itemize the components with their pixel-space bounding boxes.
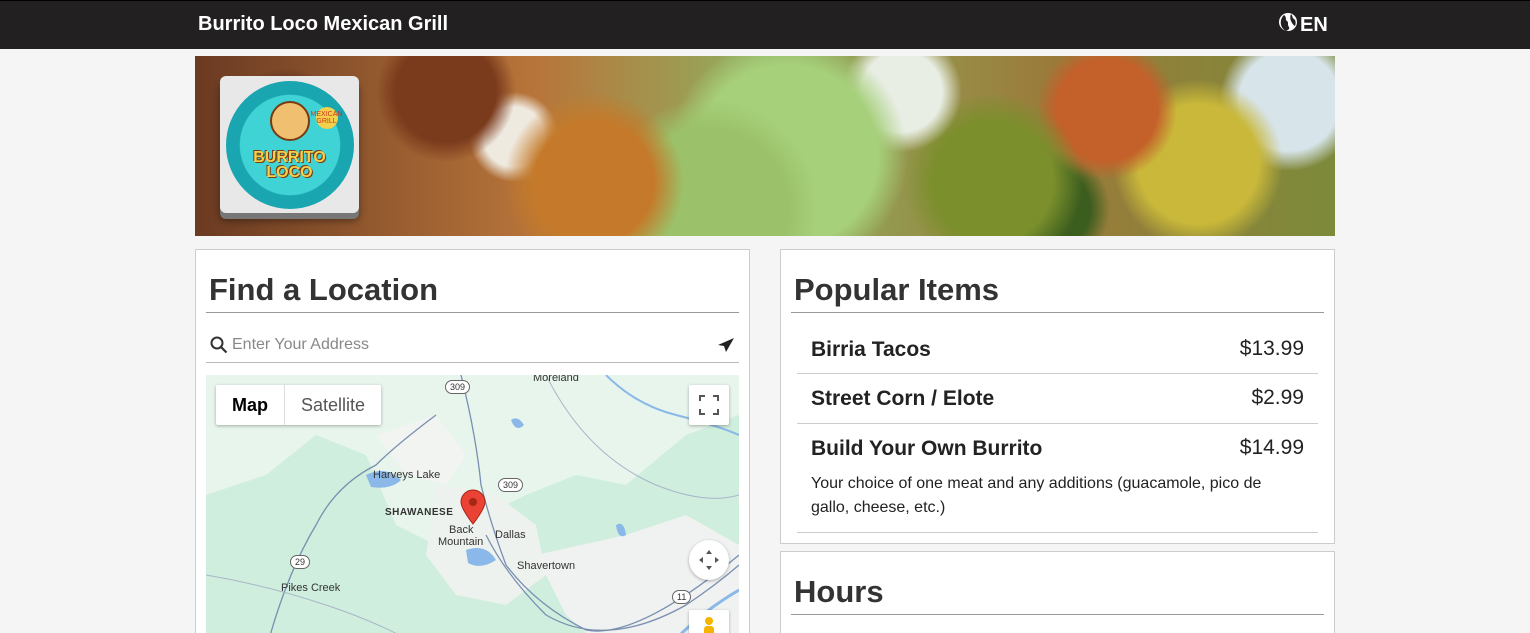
address-input[interactable] [230, 336, 710, 354]
menu-item[interactable]: Birria Tacos $13.99 [797, 324, 1318, 374]
top-navbar: Burrito Loco Mexican Grill EN [0, 0, 1530, 49]
globe-icon [1278, 12, 1298, 38]
address-search [206, 328, 739, 363]
map-label-pikes-creek: Pikes Creek [281, 582, 341, 594]
menu-item-name: Build Your Own Burrito [811, 437, 1043, 460]
menu-item-price: $14.99 [1239, 436, 1304, 459]
language-selector[interactable]: EN [1278, 12, 1328, 38]
map-route-11: 11 [672, 590, 692, 604]
map-label-shawanese: SHAWANESE [385, 507, 454, 518]
menu-item[interactable]: Street Corn / Elote $2.99 [797, 374, 1318, 424]
title-divider [206, 312, 739, 313]
map-label-moreland: Moreland [533, 375, 579, 384]
popular-items-title: Popular Items [794, 272, 999, 307]
map-label-mountain: Mountain [438, 536, 484, 548]
title-divider [791, 312, 1324, 313]
hours-title: Hours [794, 574, 884, 609]
locate-arrow-icon[interactable] [717, 337, 735, 358]
street-view-pegman-icon[interactable] [689, 610, 729, 633]
logo-subtitle: MEXICAN GRILL [311, 106, 342, 129]
menu-item-price: $2.99 [1251, 386, 1304, 409]
location-map[interactable]: Moreland 309 Harveys Lake 309 SHAWANESE … [206, 375, 739, 633]
logo-mascot [269, 100, 310, 141]
map-route-29: 29 [290, 555, 311, 569]
map-route-309-north: 309 [445, 380, 471, 394]
map-tab-map[interactable]: Map [216, 385, 285, 425]
map-type-toggle: Map Satellite [216, 385, 382, 425]
menu-item-price: $13.99 [1239, 337, 1304, 360]
menu-item[interactable]: Build Your Own Burrito $14.99 Your choic… [797, 424, 1318, 533]
map-label-shavertown: Shavertown [517, 560, 576, 572]
fullscreen-icon[interactable] [689, 385, 729, 425]
logo-line-2: LOCO [266, 163, 313, 181]
brand-title[interactable]: Burrito Loco Mexican Grill [198, 13, 448, 36]
restaurant-logo: MEXICAN GRILL BURRITO LOCO [220, 76, 359, 213]
title-divider [791, 614, 1324, 615]
find-location-card: Find a Location Morela [195, 249, 750, 633]
logo-badge-circle: MEXICAN GRILL BURRITO LOCO [225, 80, 354, 209]
search-icon [210, 336, 230, 354]
map-tab-satellite[interactable]: Satellite [285, 385, 381, 425]
hero-banner-image [195, 56, 1335, 236]
hours-card: Hours [780, 551, 1335, 633]
map-route-309: 309 [498, 478, 524, 492]
logo-wordmark: BURRITO LOCO [253, 148, 326, 181]
menu-item-description: Your choice of one meat and any addition… [811, 475, 1262, 516]
map-label-harveys-lake: Harveys Lake [373, 469, 441, 481]
logo-line-1: BURRITO [253, 148, 326, 166]
popular-items-card: Popular Items Birria Tacos $13.99 Street… [780, 249, 1335, 544]
menu-item-name: Street Corn / Elote [811, 387, 995, 410]
pan-control-icon[interactable] [689, 540, 729, 580]
menu-item-name: Birria Tacos [811, 338, 931, 361]
map-label-dallas: Dallas [495, 529, 526, 541]
language-label: EN [1300, 13, 1328, 36]
find-location-title: Find a Location [209, 272, 439, 307]
map-pin-icon[interactable] [459, 489, 487, 530]
